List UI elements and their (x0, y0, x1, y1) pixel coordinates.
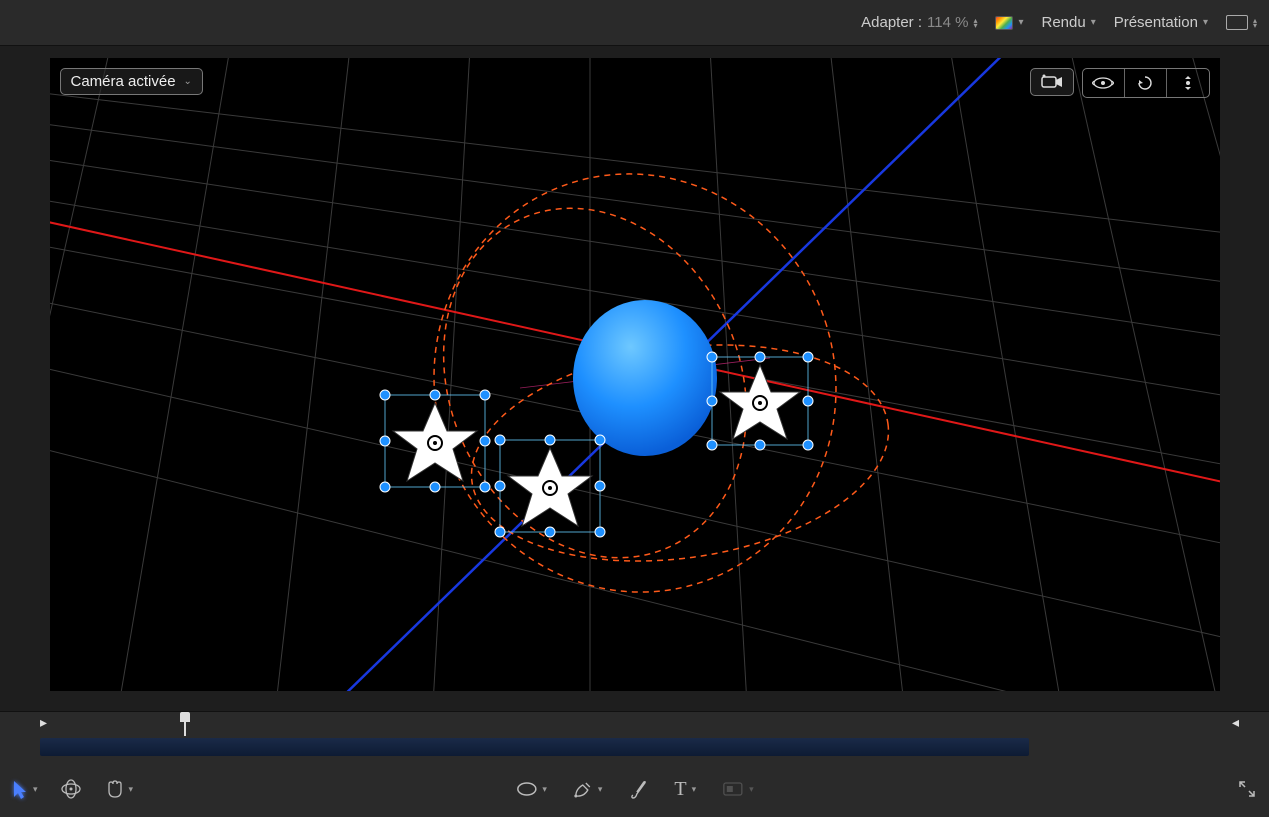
playhead[interactable] (178, 712, 192, 736)
view-controls (1030, 68, 1210, 98)
bottom-toolbar: ▾ ▾ ▾ ▾ (0, 761, 1269, 817)
presentation-dropdown[interactable]: Présentation ▾ (1114, 14, 1208, 31)
clip-strip[interactable] (40, 738, 1029, 756)
pen-tool[interactable]: ▾ (573, 779, 603, 799)
brush-tool[interactable] (628, 779, 648, 799)
orbit-button[interactable] (1083, 69, 1125, 97)
chevron-down-icon: ▾ (598, 784, 603, 795)
transform-3d-tool[interactable] (60, 778, 82, 800)
color-channel-dropdown[interactable]: ▾ (995, 16, 1023, 30)
shape-tool[interactable]: ▾ (515, 781, 547, 797)
chevron-down-icon: ▾ (692, 784, 697, 795)
fullscreen-button[interactable] (1237, 779, 1257, 799)
chevron-down-icon: ⌄ (184, 76, 192, 87)
pen-icon (573, 779, 593, 799)
fullscreen-icon (1237, 779, 1257, 799)
render-dropdown[interactable]: Rendu ▾ (1041, 14, 1095, 31)
dolly-button[interactable] (1167, 69, 1209, 97)
top-toolbar: Adapter : 114 % ▴▾ ▾ Rendu ▾ Présentatio… (0, 0, 1269, 46)
mask-tool[interactable]: ▾ (722, 781, 754, 797)
hand-tool[interactable]: ▾ (104, 779, 134, 799)
canvas-3d-view[interactable]: Caméra activée ⌄ (50, 58, 1220, 691)
chevron-down-icon: ▾ (1018, 17, 1023, 28)
orbit-icon (1092, 74, 1114, 92)
pan-rotate-button[interactable] (1125, 69, 1167, 97)
presentation-label: Présentation (1114, 14, 1198, 31)
chevron-down-icon: ▾ (129, 784, 134, 795)
color-swatch-icon (995, 16, 1013, 30)
aspect-box-icon (1226, 15, 1248, 30)
text-tool[interactable]: T ▾ (674, 778, 696, 801)
in-point-marker[interactable]: ▸ (40, 714, 47, 731)
arrow-cursor-icon (12, 779, 28, 799)
fit-label: Adapter : (861, 14, 922, 31)
view-nav-group (1082, 68, 1210, 98)
grid-overlay (50, 58, 1220, 691)
fit-value: 114 % (927, 14, 968, 31)
select-tool[interactable]: ▾ (12, 779, 38, 799)
chevron-down-icon: ▾ (1203, 17, 1208, 28)
chevron-down-icon: ▾ (749, 784, 754, 795)
stepper-icon: ▴▾ (1253, 18, 1257, 28)
render-label: Rendu (1041, 14, 1085, 31)
hand-icon (104, 779, 124, 799)
chevron-down-icon: ▾ (33, 784, 38, 795)
mini-timeline: ▸ ◂ (0, 711, 1269, 761)
camera-icon (1040, 74, 1064, 90)
ellipse-shape-icon (515, 781, 537, 797)
timeline-ruler[interactable]: ▸ ◂ (0, 712, 1269, 736)
camera-reset-button[interactable] (1030, 68, 1074, 96)
text-icon: T (674, 778, 686, 801)
fit-dropdown[interactable]: Adapter : 114 % ▴▾ (861, 14, 977, 31)
chevron-down-icon: ▾ (542, 784, 547, 795)
camera-dropdown[interactable]: Caméra activée ⌄ (60, 68, 203, 95)
aspect-dropdown[interactable]: ▴▾ (1226, 15, 1257, 30)
rotate-icon (1135, 74, 1155, 92)
viewer-area: Caméra activée ⌄ (0, 46, 1269, 711)
transform-3d-icon (60, 778, 82, 800)
dolly-icon (1179, 74, 1197, 92)
brush-icon (628, 779, 648, 799)
camera-label: Caméra activée (71, 73, 176, 90)
mask-icon (722, 781, 744, 797)
chevron-down-icon: ▾ (1091, 17, 1096, 28)
stepper-icon: ▴▾ (973, 18, 977, 28)
out-point-marker[interactable]: ◂ (1232, 714, 1239, 731)
